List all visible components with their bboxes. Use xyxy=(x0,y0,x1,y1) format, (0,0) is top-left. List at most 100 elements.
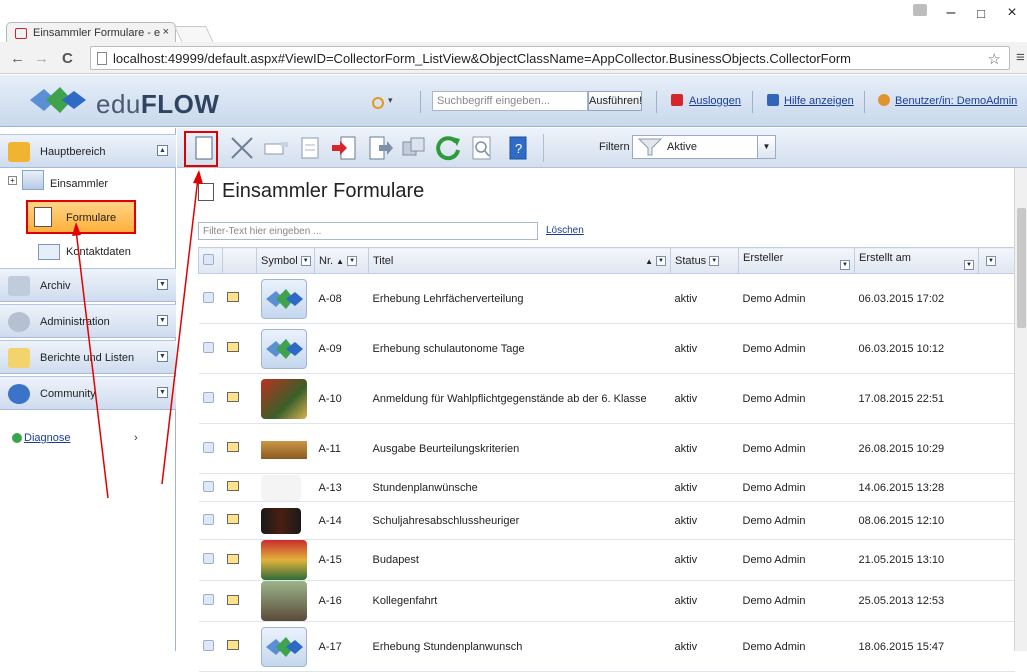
diagnose-link[interactable]: Diagnose › xyxy=(12,432,138,444)
expand-toggle-icon[interactable]: ▼ xyxy=(157,387,168,398)
edit-icon[interactable] xyxy=(226,442,239,452)
row-checkbox[interactable] xyxy=(202,291,214,303)
edit-icon[interactable] xyxy=(226,594,239,605)
maximize-button[interactable]: □ xyxy=(966,6,996,21)
table-row[interactable]: A-13 Stundenplanwünsche aktiv Demo Admin 14.… xyxy=(198,473,1015,502)
forward-button[interactable]: → xyxy=(34,50,49,67)
row-edit-cell[interactable] xyxy=(222,621,257,672)
row-select-cell[interactable] xyxy=(198,273,223,324)
filter-select[interactable]: Aktive xyxy=(632,135,762,159)
column-header-ersteller[interactable]: Ersteller ▼ xyxy=(738,247,855,274)
table-row[interactable]: A-14 Schuljahresabschlussheuriger aktiv Dem… xyxy=(198,501,1015,540)
edit-icon[interactable] xyxy=(226,392,239,402)
vertical-scrollbar[interactable] xyxy=(1014,168,1027,651)
edit-button[interactable] xyxy=(261,133,291,163)
column-menu-icon[interactable]: ▼ xyxy=(300,255,311,266)
reload-button[interactable]: C xyxy=(62,50,73,67)
row-edit-cell[interactable] xyxy=(222,580,257,622)
tree-item-einsammler[interactable]: Einsammler xyxy=(50,178,108,190)
edit-icon[interactable] xyxy=(226,514,239,524)
column-header-erstellt-am[interactable]: Erstellt am ▼ xyxy=(854,247,979,274)
sidebar-section-hauptbereich[interactable]: Hauptbereich ▲ xyxy=(0,134,176,168)
select-all-checkbox[interactable] xyxy=(203,253,214,265)
search-input[interactable]: Suchbegriff eingeben... xyxy=(432,91,588,111)
table-row[interactable]: A-15 Budapest aktiv Demo Admin 21.05.2015 13… xyxy=(198,539,1015,581)
tree-expander-icon[interactable]: + xyxy=(8,176,17,185)
row-checkbox[interactable] xyxy=(202,391,214,403)
row-checkbox[interactable] xyxy=(202,553,214,564)
tab-close-icon[interactable]: × xyxy=(163,26,169,38)
row-checkbox[interactable] xyxy=(202,341,214,353)
select-all-cell[interactable] xyxy=(198,247,223,274)
row-edit-cell[interactable] xyxy=(222,473,257,502)
title-cell[interactable]: Kollegenfahrt xyxy=(368,580,671,622)
row-edit-cell[interactable] xyxy=(222,539,257,581)
row-select-cell[interactable] xyxy=(198,323,223,374)
url-field[interactable]: localhost:49999/default.aspx#ViewID=Coll… xyxy=(90,46,1010,70)
expand-toggle-icon[interactable]: ▼ xyxy=(157,351,168,362)
title-cell[interactable]: Erhebung Stundenplanwunsch xyxy=(368,621,671,672)
title-cell[interactable]: Anmeldung für Wahlpflichtgegenstände ab … xyxy=(368,373,671,424)
collapse-toggle-icon[interactable]: ▲ xyxy=(157,145,168,156)
search-icon[interactable] xyxy=(467,133,497,163)
sidebar-section-berichte[interactable]: Berichte und Listen ▼ xyxy=(0,340,176,374)
row-edit-cell[interactable] xyxy=(222,273,257,324)
row-edit-cell[interactable] xyxy=(222,501,257,540)
title-cell[interactable]: Schuljahresabschlussheuriger xyxy=(368,501,671,540)
row-select-cell[interactable] xyxy=(198,423,223,474)
copy-button[interactable] xyxy=(399,133,429,163)
column-menu-icon[interactable]: ▼ xyxy=(347,255,358,266)
column-header-status[interactable]: Status ▼ xyxy=(670,247,739,274)
table-row[interactable]: A-09 Erhebung schulautonome Tage aktiv Demo… xyxy=(198,323,1015,374)
column-header-symbol[interactable]: Symbol ▼ xyxy=(256,247,315,274)
sidebar-section-administration[interactable]: Administration ▼ xyxy=(0,304,176,338)
delete-button[interactable] xyxy=(227,133,257,163)
title-cell[interactable]: Budapest xyxy=(368,539,671,581)
row-select-cell[interactable] xyxy=(198,539,223,581)
table-row[interactable]: A-11 Ausgabe Beurteilungskriterien aktiv De… xyxy=(198,423,1015,474)
edit-icon[interactable] xyxy=(226,292,239,302)
user-link[interactable]: Benutzer/in: DemoAdmin xyxy=(895,95,1017,107)
expand-toggle-icon[interactable]: ▼ xyxy=(157,279,168,290)
row-edit-cell[interactable] xyxy=(222,323,257,374)
logout-link[interactable]: Ausloggen xyxy=(689,95,741,107)
close-window-button[interactable]: × xyxy=(997,4,1027,22)
title-cell[interactable]: Erhebung Lehrfächerverteilung xyxy=(368,273,671,324)
column-header-nr[interactable]: Nr. ▲ ▼ xyxy=(314,247,369,274)
profile-icon[interactable] xyxy=(913,4,927,16)
edit-icon[interactable] xyxy=(226,342,239,352)
expand-toggle-icon[interactable]: ▼ xyxy=(157,315,168,326)
table-row[interactable]: A-08 Erhebung Lehrfächerverteilung aktiv De… xyxy=(198,273,1015,324)
browser-tab[interactable]: Einsammler Formulare - e × xyxy=(6,22,176,44)
row-edit-cell[interactable] xyxy=(222,373,257,424)
import-button[interactable] xyxy=(329,133,359,163)
row-checkbox[interactable] xyxy=(202,639,214,651)
column-menu-icon[interactable]: ▼ xyxy=(656,255,666,266)
row-select-cell[interactable] xyxy=(198,373,223,424)
table-row[interactable]: A-17 Erhebung Stundenplanwunsch aktiv Demo … xyxy=(198,621,1015,672)
sidebar-section-archiv[interactable]: Archiv ▼ xyxy=(0,268,176,302)
pointer-icon[interactable] xyxy=(372,97,384,109)
title-cell[interactable]: Erhebung schulautonome Tage xyxy=(368,323,671,374)
column-menu-icon[interactable]: ▼ xyxy=(986,255,996,266)
title-cell[interactable]: Ausgabe Beurteilungskriterien xyxy=(368,423,671,474)
clear-filter-link[interactable]: Löschen xyxy=(546,225,584,236)
list-document-button[interactable] xyxy=(295,133,325,163)
column-menu-icon[interactable]: ▼ xyxy=(964,259,974,270)
minimize-button[interactable]: – xyxy=(936,4,966,22)
row-select-cell[interactable] xyxy=(198,621,223,672)
column-menu-icon[interactable]: ▼ xyxy=(709,255,720,266)
column-menu-icon[interactable]: ▼ xyxy=(840,259,850,270)
edit-icon[interactable] xyxy=(226,640,239,650)
column-chooser-header[interactable]: ▼ xyxy=(978,247,1015,274)
row-checkbox[interactable] xyxy=(202,513,214,525)
row-checkbox[interactable] xyxy=(202,441,214,453)
tree-item-kontaktdaten[interactable]: Kontaktdaten xyxy=(66,246,131,258)
help-book-icon[interactable]: ? xyxy=(503,133,533,163)
bookmark-star-icon[interactable]: ☆ xyxy=(988,50,1001,68)
filter-dropdown-button[interactable]: ▼ xyxy=(757,135,776,159)
row-edit-cell[interactable] xyxy=(222,423,257,474)
back-button[interactable]: ← xyxy=(10,50,25,67)
row-select-cell[interactable] xyxy=(198,580,223,622)
table-row[interactable]: A-10 Anmeldung für Wahlpflichtgegenstände… xyxy=(198,373,1015,424)
